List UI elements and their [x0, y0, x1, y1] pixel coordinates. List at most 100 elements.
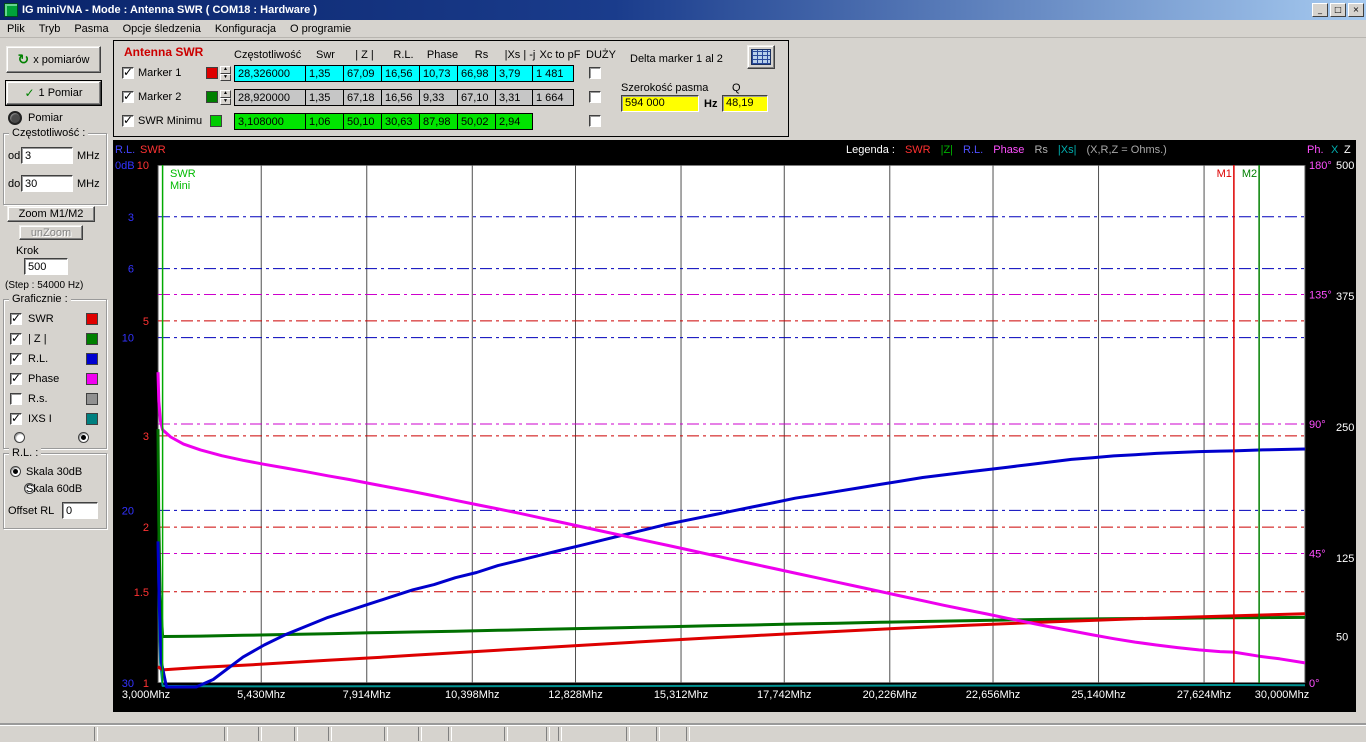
- marker1-spin-down[interactable]: ▼: [220, 74, 231, 82]
- svg-text:90°: 90°: [1309, 419, 1326, 431]
- svg-text:3: 3: [128, 212, 134, 224]
- graf-radio-right[interactable]: [78, 432, 89, 443]
- taskbar-separator: [656, 727, 660, 741]
- swr-min-phase: 87,98: [419, 113, 458, 130]
- freq-from-unit: MHz: [77, 150, 100, 162]
- marker2-phase: 9,33: [419, 89, 458, 106]
- one-pomiar-button[interactable]: ✓ 1 Pomiar: [6, 81, 101, 105]
- svg-text:25,140Mhz: 25,140Mhz: [1071, 689, 1125, 701]
- krok-input[interactable]: [24, 258, 68, 275]
- menu-konfiguracja[interactable]: Konfiguracja: [208, 21, 283, 37]
- marker1-checkbox[interactable]: [122, 67, 134, 79]
- chart-header: R.L. SWR Legenda : SWR |Z| R.L. Phase Rs…: [113, 140, 1356, 165]
- marker2-rs: 67,10: [457, 89, 496, 106]
- calculator-button[interactable]: [747, 45, 775, 69]
- reactance-axis-label: X: [1331, 144, 1338, 156]
- graf-row-phase: Phase: [10, 372, 102, 388]
- svg-text:1.5: 1.5: [134, 587, 149, 599]
- svg-text:10,398Mhz: 10,398Mhz: [445, 689, 499, 701]
- marker2-spin-up[interactable]: ▲: [220, 90, 231, 98]
- svg-text:M1: M1: [1217, 168, 1232, 180]
- svg-text:10: 10: [122, 333, 134, 345]
- svg-text:45°: 45°: [1309, 549, 1326, 561]
- xs-checkbox[interactable]: [10, 413, 22, 425]
- marker1-duzy-checkbox[interactable]: [589, 67, 601, 79]
- marker1-phase: 10,73: [419, 65, 458, 82]
- swr-min-duzy-checkbox[interactable]: [589, 115, 601, 127]
- menu-o-programie[interactable]: O programie: [283, 21, 358, 37]
- svg-text:17,742Mhz: 17,742Mhz: [757, 689, 811, 701]
- z-checkbox[interactable]: [10, 333, 22, 345]
- header-z: | Z |: [345, 49, 384, 61]
- swr-checkbox[interactable]: [10, 313, 22, 325]
- pomiar-indicator[interactable]: [8, 111, 22, 125]
- taskbar-separator: [686, 727, 690, 741]
- menubar: Plik Tryb Pasma Opcje śledzenia Konfigur…: [0, 20, 1366, 38]
- taskbar-separator: [504, 727, 508, 741]
- taskbar-separator: [384, 727, 388, 741]
- svg-text:5,430Mhz: 5,430Mhz: [237, 689, 285, 701]
- marker2-spin-down[interactable]: ▼: [220, 98, 231, 106]
- hz-label: Hz: [704, 98, 717, 110]
- chart-rl-axis-title: R.L.: [115, 144, 135, 156]
- q-label: Q: [732, 82, 741, 94]
- bandwidth-label: Szerokość pasma: [621, 82, 708, 94]
- svg-text:50: 50: [1336, 632, 1348, 644]
- swr-min-checkbox[interactable]: [122, 115, 134, 127]
- menu-tryb[interactable]: Tryb: [32, 21, 68, 37]
- rl-checkbox[interactable]: [10, 353, 22, 365]
- swr-trace-label: SWR: [28, 313, 54, 325]
- freq-from-input[interactable]: [21, 147, 73, 164]
- marker2-values: 28,920000 1,35 67,18 16,56 9,33 67,10 3,…: [234, 89, 574, 106]
- marker1-xs: 3,79: [495, 65, 533, 82]
- svg-text:27,624Mhz: 27,624Mhz: [1177, 689, 1231, 701]
- graf-row-rl: R.L.: [10, 352, 102, 368]
- taskbar-separator: [294, 727, 298, 741]
- chart-legend: Legenda : SWR |Z| R.L. Phase Rs |Xs| (X,…: [846, 144, 1167, 156]
- swr-min-freq: 3,108000: [234, 113, 306, 130]
- header-rs: Rs: [462, 49, 501, 61]
- x-pomiarow-button[interactable]: ↻ x pomiarów: [6, 46, 101, 73]
- chart-plot[interactable]: 3,000Mhz5,430Mhz7,914Mhz10,398Mhz12,828M…: [113, 140, 1356, 712]
- unzoom-button[interactable]: unZoom: [19, 225, 83, 240]
- menu-opcje-sledzenia[interactable]: Opcje śledzenia: [116, 21, 208, 37]
- svg-text:30,000Mhz: 30,000Mhz: [1255, 689, 1309, 701]
- marker-panel: Antenna SWR Częstotliwość Swr | Z | R.L.…: [113, 40, 789, 137]
- taskbar-separator: [546, 727, 550, 741]
- titlebar[interactable]: IG miniVNA - Mode : Antenna SWR ( COM18 …: [0, 0, 1366, 20]
- menu-plik[interactable]: Plik: [0, 21, 32, 37]
- one-pomiar-label: 1 Pomiar: [39, 87, 83, 99]
- window-title: IG miniVNA - Mode : Antenna SWR ( COM18 …: [22, 4, 1310, 16]
- chart-swr-axis-title: SWR: [140, 144, 166, 156]
- legend-z: |Z|: [941, 144, 953, 156]
- q-value: 48,19: [722, 95, 768, 112]
- marker1-spin-up[interactable]: ▲: [220, 66, 231, 74]
- phase-checkbox[interactable]: [10, 373, 22, 385]
- marker1-color-swatch: [206, 67, 218, 79]
- marker2-duzy-checkbox[interactable]: [589, 91, 601, 103]
- svg-text:20,226Mhz: 20,226Mhz: [863, 689, 917, 701]
- left-panel: ↻ x pomiarów ✓ 1 Pomiar Pomiar Częstotli…: [0, 37, 112, 727]
- svg-text:250: 250: [1336, 422, 1354, 434]
- minimize-button[interactable]: _: [1312, 3, 1328, 17]
- graf-radio-left[interactable]: [14, 432, 25, 443]
- marker2-checkbox[interactable]: [122, 91, 134, 103]
- skala-30db-radio[interactable]: [10, 466, 21, 477]
- zoom-m1-m2-button[interactable]: Zoom M1/M2: [7, 206, 95, 222]
- swr-min-row: SWR Minimu 3,108000 1,06 50,10 30,63 87,…: [122, 113, 722, 130]
- legend-xs: |Xs|: [1058, 144, 1077, 156]
- svg-text:375: 375: [1336, 291, 1354, 303]
- marker2-color-swatch: [206, 91, 218, 103]
- graf-row-swr: SWR: [10, 312, 102, 328]
- freq-to-input[interactable]: [21, 175, 73, 192]
- menu-pasma[interactable]: Pasma: [67, 21, 115, 37]
- marker2-xc: 1 664: [532, 89, 574, 106]
- taskbar: [0, 725, 1366, 742]
- rs-checkbox[interactable]: [10, 393, 22, 405]
- offset-rl-input[interactable]: [62, 502, 98, 519]
- svg-text:30: 30: [122, 678, 134, 690]
- close-button[interactable]: ×: [1348, 3, 1364, 17]
- marker1-swr: 1,35: [305, 65, 344, 82]
- swr-min-rl: 30,63: [381, 113, 420, 130]
- restore-button[interactable]: □: [1330, 3, 1346, 17]
